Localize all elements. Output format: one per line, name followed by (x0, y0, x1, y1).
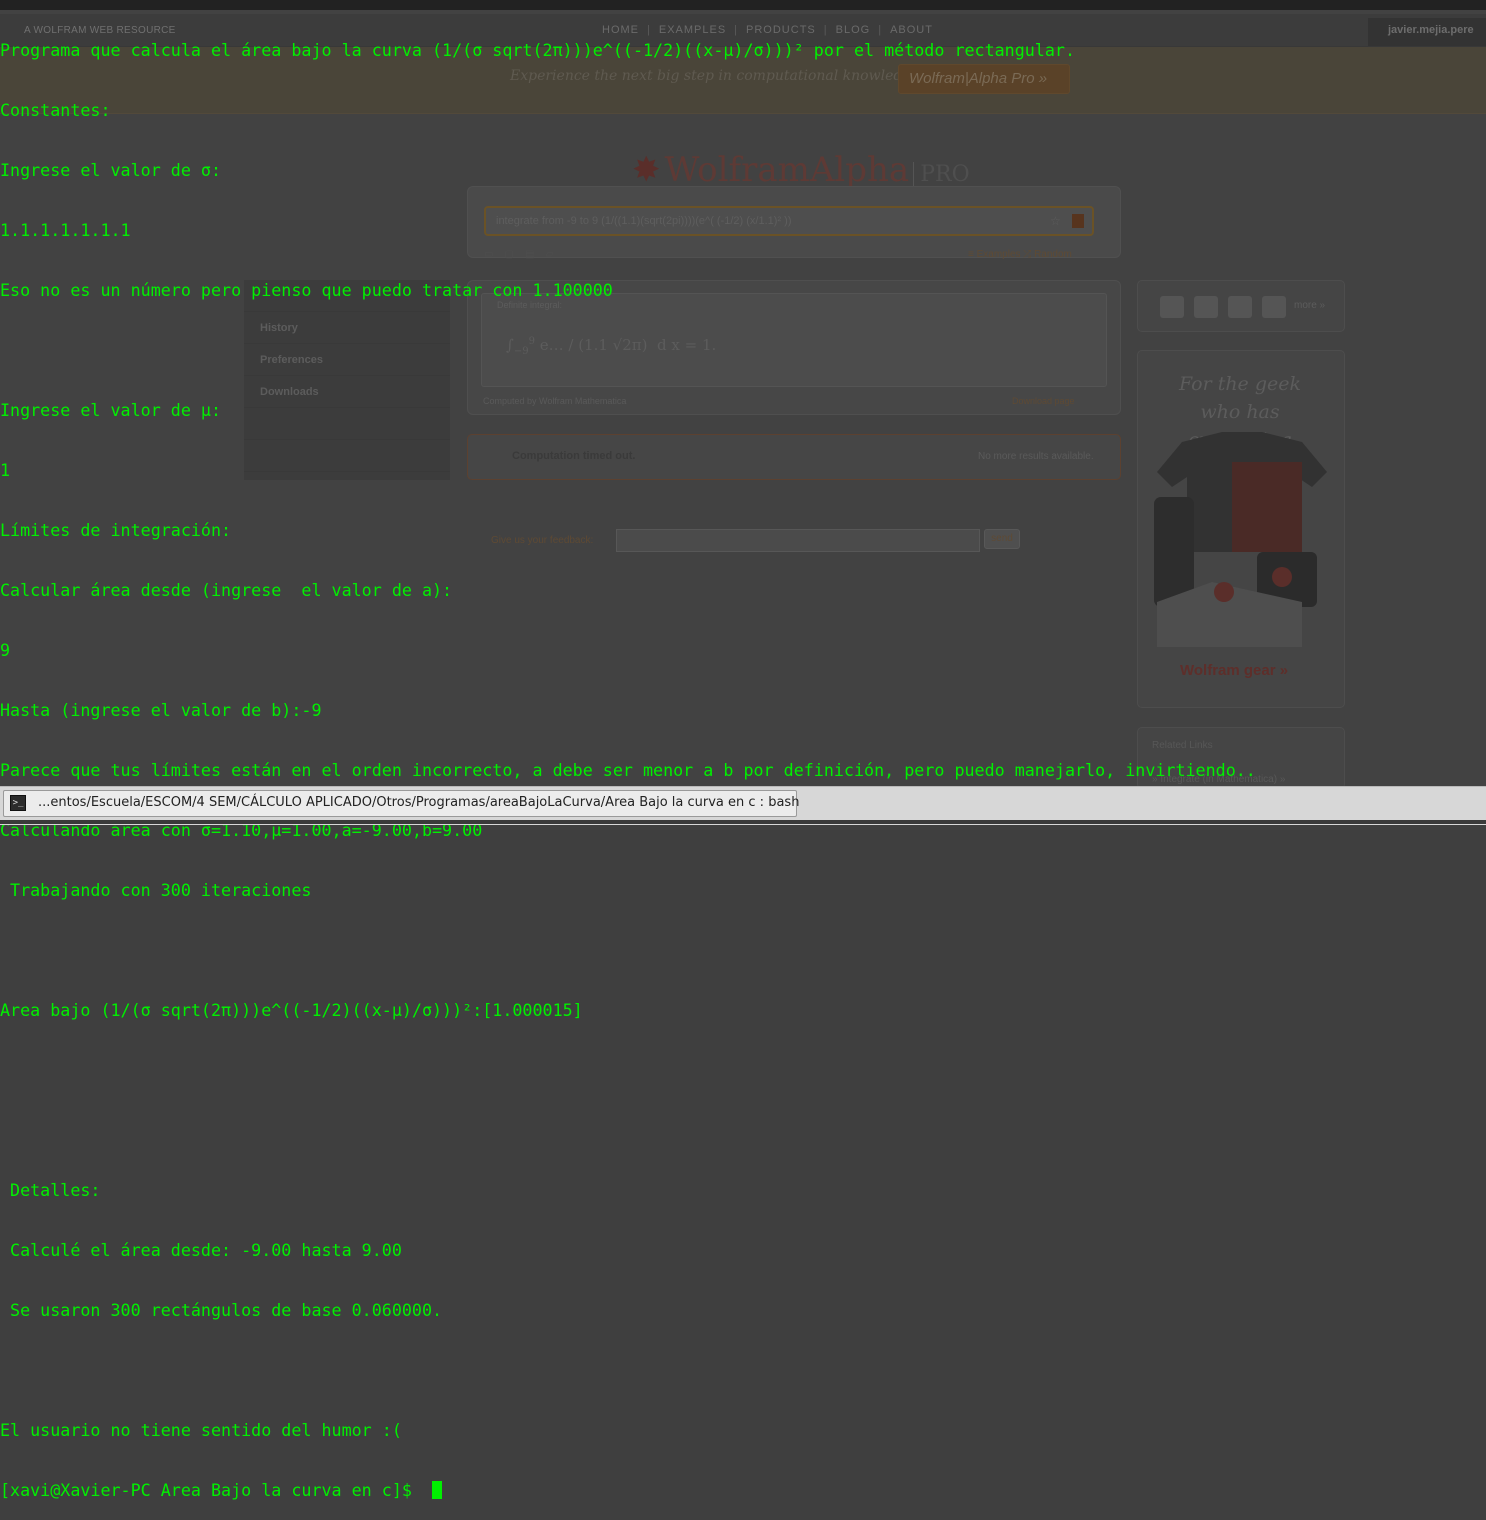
terminal-line: Constantes: (0, 100, 111, 120)
terminal-line: Programa que calcula el área bajo la cur… (0, 40, 1075, 60)
terminal-line: El usuario no tiene sentido del humor :( (0, 1420, 402, 1440)
terminal-line: Trabajando con 300 iteraciones (0, 880, 312, 900)
terminal-line: Ingrese el valor de σ: (0, 160, 222, 180)
terminal-line: Se usaron 300 rectángulos de base 0.0600… (0, 1300, 443, 1320)
taskbar-item-label: ...entos/Escuela/ESCOM/4 SEM/CÁLCULO APL… (38, 795, 800, 810)
terminal-line: Hasta (ingrese el valor de b):-9 (0, 700, 322, 720)
text-cursor (431, 1481, 442, 1499)
terminal-line: Eso no es un número pero pienso que pued… (0, 280, 613, 300)
terminal-icon: >_ (10, 795, 26, 811)
terminal-line: 1.1.1.1.1.1.1 (0, 220, 131, 240)
terminal-line: 1 (0, 460, 11, 480)
terminal-line: Parece que tus límites están en el orden… (0, 760, 1256, 780)
terminal-line: Calculé el área desde: -9.00 hasta 9.00 (0, 1240, 402, 1260)
terminal-line: 9 (0, 640, 11, 660)
terminal-line: Ingrese el valor de μ: (0, 400, 222, 420)
terminal-line: Calcular área desde (ingrese el valor de… (0, 580, 453, 600)
terminal-output[interactable]: Programa que calcula el área bajo la cur… (0, 0, 1486, 1500)
terminal-line: Detalles: (0, 1180, 101, 1200)
shell-prompt-line[interactable]: [xavi@Xavier-PC Area Bajo la curva en c]… (0, 1480, 1486, 1500)
terminal-line: Area bajo (1/(σ sqrt(2π)))e^((-1/2)((x-μ… (0, 1000, 583, 1020)
terminal-line: Límites de integración: (0, 520, 232, 540)
shell-prompt: [xavi@Xavier-PC Area Bajo la curva en c]… (0, 1480, 422, 1500)
taskbar-bottom-edge (0, 820, 1486, 824)
